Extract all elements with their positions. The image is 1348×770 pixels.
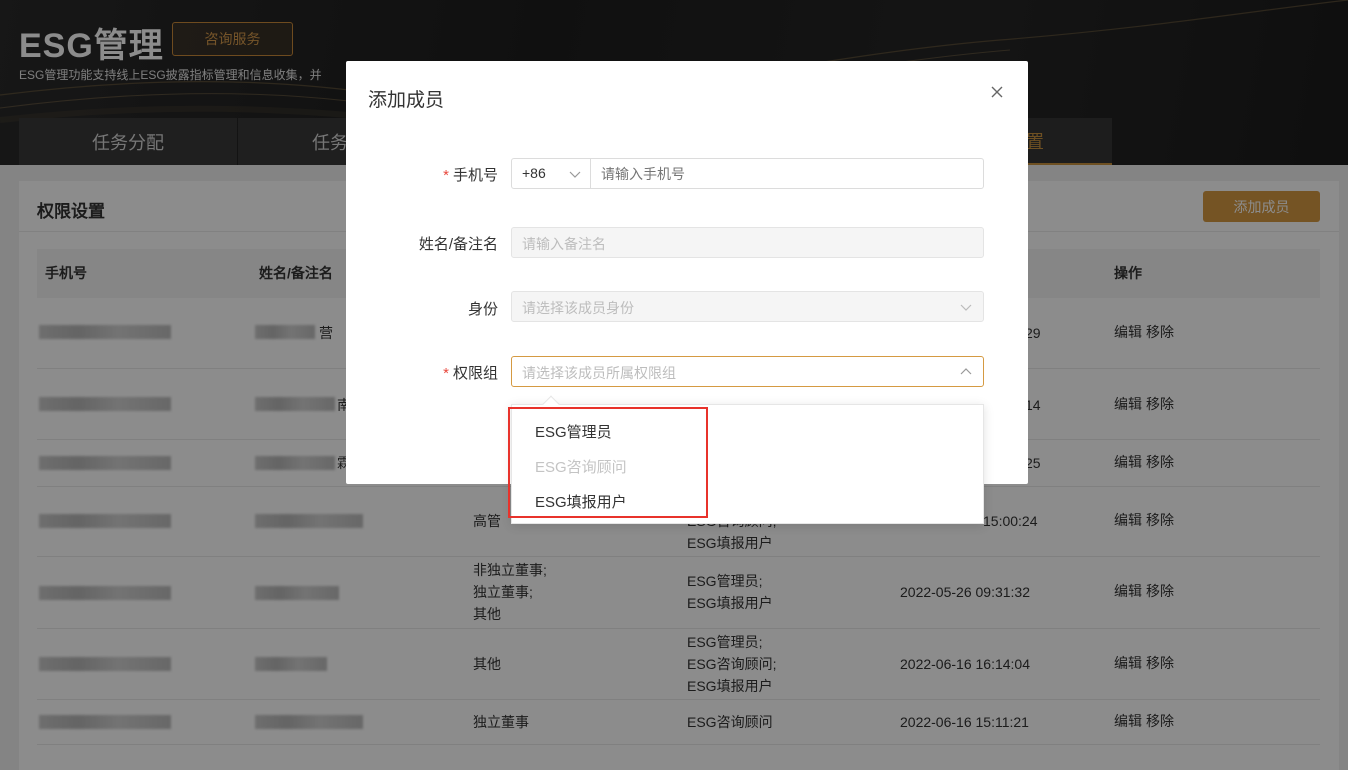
group-label-text: 权限组 [452, 365, 498, 382]
chevron-up-icon [960, 368, 972, 375]
phone-field: +86 [511, 158, 984, 189]
chevron-down-icon [960, 304, 972, 311]
country-code-value: +86 [522, 165, 546, 181]
name-label: 姓名/备注名 [418, 236, 498, 253]
phone-input[interactable] [592, 159, 983, 188]
annotation-highlight-box [508, 407, 708, 518]
identity-label: 身份 [467, 301, 498, 318]
required-mark: * [443, 365, 449, 382]
dialog-title: 添加成员 [368, 90, 445, 111]
name-field[interactable]: 请输入备注名 [511, 227, 984, 258]
phone-label-text: 手机号 [452, 167, 498, 184]
group-placeholder: 请选择该成员所属权限组 [522, 365, 676, 381]
chevron-down-icon [569, 171, 581, 178]
close-icon[interactable] [988, 83, 1006, 101]
permission-group-select[interactable]: 请选择该成员所属权限组 [511, 356, 984, 387]
required-mark: * [443, 167, 449, 184]
country-code-select[interactable]: +86 [512, 159, 591, 188]
phone-label: * 手机号 [443, 164, 498, 185]
identity-select[interactable]: 请选择该成员身份 [511, 291, 984, 322]
identity-placeholder: 请选择该成员身份 [522, 300, 634, 316]
group-label: * 权限组 [443, 362, 498, 383]
name-placeholder: 请输入备注名 [522, 236, 606, 252]
